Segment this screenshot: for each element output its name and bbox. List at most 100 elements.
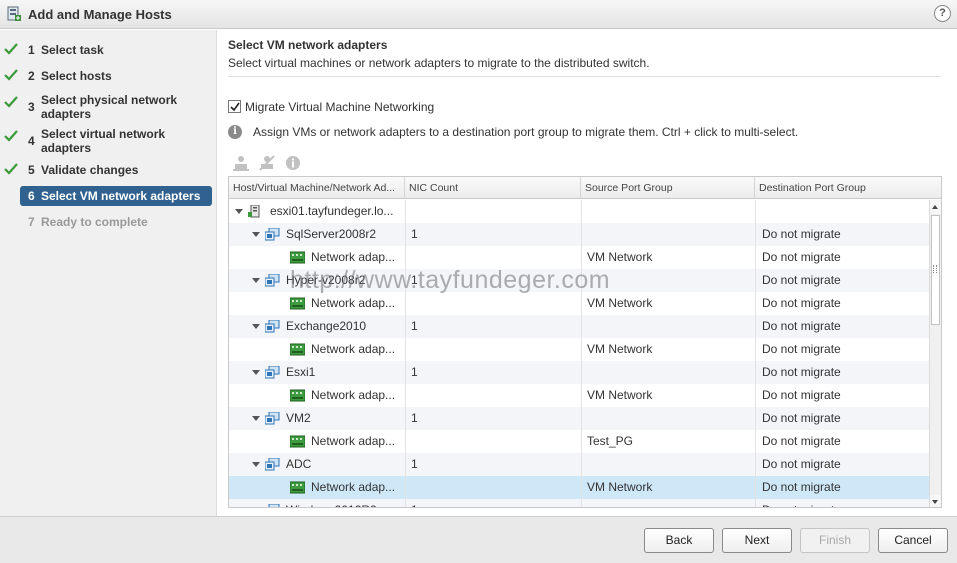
expand-toggle-icon[interactable] [235,209,243,214]
window-title: Add and Manage Hosts [28,7,172,22]
grid-vertical-scrollbar[interactable] [929,200,941,507]
page-description: Select virtual machines or network adapt… [228,56,650,70]
expand-toggle-icon[interactable] [252,416,260,421]
step-select-hosts[interactable]: 2 Select hosts [0,68,217,84]
nic-count-cell: 1 [411,227,418,241]
nic-count-cell: 1 [411,319,418,333]
cancel-button[interactable]: Cancel [878,528,948,553]
row-name: VM2 [286,411,311,425]
step-select-physical-adapters[interactable]: 3 Select physical network adapters [0,92,217,122]
column-divider [405,223,406,246]
migrate-vm-networking-checkbox[interactable] [228,100,241,113]
column-header-destination-port-group[interactable]: Destination Port Group [755,177,941,199]
finish-button[interactable]: Finish [800,528,870,553]
check-icon [4,96,18,108]
column-header-name[interactable]: Host/Virtual Machine/Network Ad... [229,177,405,199]
source-port-group-cell [587,499,751,507]
nic-count-cell [411,430,577,453]
source-port-group-cell: VM Network [587,342,653,356]
nic-count-cell [411,200,577,223]
step-select-vm-adapters[interactable]: 6 Select VM network adapters [20,186,212,206]
source-port-group-cell [587,315,751,338]
destination-port-group-cell: Do not migrate [762,499,922,507]
row-name: Network adap... [311,434,396,448]
row-name: esxi01.tayfundeger.lo... [270,204,394,218]
column-divider [581,338,582,361]
info-text: Assign VMs or network adapters to a dest… [253,125,799,139]
column-divider [405,292,406,315]
destination-port-group-cell: Do not migrate [762,480,841,494]
step-select-virtual-adapters[interactable]: 4 Select virtual network adapters [0,126,217,156]
vm-row[interactable]: Esxi1 1 Do not migrate [229,361,929,384]
wizard-footer: Back Next Finish Cancel [0,516,957,563]
column-divider [755,338,756,361]
back-button[interactable]: Back [644,528,714,553]
column-header-nic-count[interactable]: NIC Count [405,177,581,199]
network-adapter-row[interactable]: Network adap... VM Network Do not migrate [229,338,929,361]
column-divider [405,476,406,499]
vm-row[interactable]: SqlServer2008r2 1 Do not migrate [229,223,929,246]
nic-count-cell [411,476,577,499]
wizard-steps-sidebar: 1 Select task 2 Select hosts 3 Select ph… [0,30,217,516]
step-ready-to-complete[interactable]: 7 Ready to complete [0,214,217,230]
step-select-task[interactable]: 1 Select task [0,42,217,58]
host-row[interactable]: esxi01.tayfundeger.lo... [229,200,929,223]
column-divider [755,223,756,246]
expand-toggle-icon[interactable] [252,324,260,329]
virtual-machine-icon [268,504,280,507]
nic-count-cell: 1 [411,499,577,507]
expand-toggle-icon[interactable] [252,278,260,283]
step-label: Select hosts [41,69,112,83]
column-divider [405,338,406,361]
step-validate-changes[interactable]: 5 Validate changes [0,162,217,178]
header-divider [228,76,941,77]
row-name: Exchange2010 [286,319,367,333]
destination-port-group-cell: Do not migrate [762,296,841,310]
check-icon [4,69,18,81]
vm-row[interactable]: Exchange2010 1 Do not migrate [229,315,929,338]
virtual-machine-icon [265,458,280,471]
column-divider [405,453,406,476]
network-adapter-row[interactable]: Network adap... VM Network Do not migrate [229,292,929,315]
source-port-group-cell [587,407,751,430]
source-port-group-cell: VM Network [587,480,653,494]
step-label: Select physical network adapters [41,93,178,121]
scroll-down-button[interactable] [930,495,941,507]
expand-toggle-icon[interactable] [252,462,260,467]
expand-toggle-icon[interactable] [252,370,260,375]
vm-row[interactable]: VM2 1 Do not migrate [229,407,929,430]
network-adapter-row[interactable]: Network adap... VM Network Do not migrate [229,384,929,407]
virtual-machine-icon [265,366,280,379]
vm-row[interactable]: Windows2012R2 1 Do not migrate [229,499,929,507]
scroll-up-button[interactable] [930,200,941,214]
destination-port-group-cell [762,200,922,223]
next-button[interactable]: Next [722,528,792,553]
column-divider [581,223,582,246]
help-button[interactable]: ? [934,5,951,22]
column-divider [581,499,582,507]
reset-changes-icon[interactable] [258,154,276,172]
column-divider [581,315,582,338]
expand-toggle-icon[interactable] [252,232,260,237]
row-name: Network adap... [311,388,396,402]
network-adapter-icon [290,389,305,402]
window-titlebar: Add and Manage Hosts ? [0,0,957,29]
network-adapter-row[interactable]: Network adap... VM Network Do not migrate [229,476,929,499]
host-server-icon [248,205,260,218]
check-icon [4,43,18,55]
destination-port-group-cell: Do not migrate [762,365,841,379]
vm-row[interactable]: ADC 1 Do not migrate [229,453,929,476]
row-name: Windows2012R2 [286,499,401,507]
step-number: 6 [28,189,35,203]
column-header-source-port-group[interactable]: Source Port Group [581,177,755,199]
step-number: 1 [28,43,35,57]
network-adapter-row[interactable]: Network adap... Test_PG Do not migrate [229,430,929,453]
column-divider [755,499,756,507]
column-divider [755,384,756,407]
virtual-machine-icon [265,228,280,241]
add-hosts-icon [7,6,21,21]
view-settings-icon[interactable] [284,154,302,172]
virtual-machine-icon [265,412,280,425]
migrate-vm-networking-label: Migrate Virtual Machine Networking [245,100,435,114]
assign-port-group-icon[interactable] [232,154,250,172]
